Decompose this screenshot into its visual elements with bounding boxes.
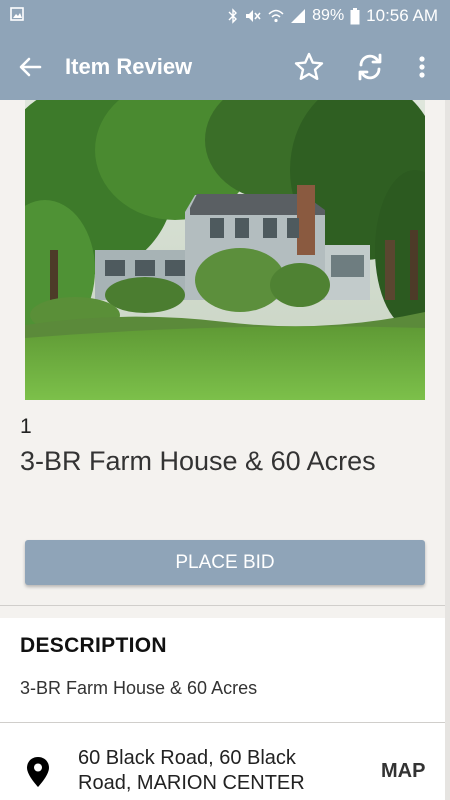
app-bar: Item Review <box>0 33 450 100</box>
clock: 10:56 AM <box>366 6 438 25</box>
description-heading: DESCRIPTION <box>20 634 167 657</box>
page-title: Item Review <box>65 54 193 79</box>
scroll-edge <box>445 100 450 800</box>
refresh-icon[interactable] <box>354 51 386 83</box>
battery-percent: 89% <box>312 7 345 24</box>
address-text: 60 Black Road, 60 Black Road, MARION CEN… <box>78 747 305 794</box>
location-section: 60 Black Road, 60 Black Road, MARION CEN… <box>0 723 445 800</box>
status-bar: 89% 10:56 AM <box>0 0 450 33</box>
lot-number: 1 <box>20 415 32 438</box>
place-bid-button[interactable]: PLACE BID <box>25 540 425 585</box>
description-section: DESCRIPTION 3-BR Farm House & 60 Acres <box>0 618 445 722</box>
more-vert-icon[interactable] <box>406 51 438 83</box>
divider <box>0 605 450 606</box>
star-icon[interactable] <box>293 51 325 83</box>
item-detail: 1 3-BR Farm House & 60 Acres PLACE BID D… <box>0 100 450 800</box>
description-text: 3-BR Farm House & 60 Acres <box>20 678 258 698</box>
battery-icon <box>350 7 360 24</box>
location-pin-icon <box>27 757 49 787</box>
bluetooth-icon <box>228 8 238 24</box>
gallery-icon <box>10 7 24 21</box>
signal-icon <box>291 9 306 23</box>
map-button[interactable]: MAP <box>381 760 425 783</box>
status-icons: 89% 10:56 AM <box>228 6 438 26</box>
mute-icon <box>246 10 261 22</box>
wifi-icon <box>268 9 284 23</box>
item-title: 3-BR Farm House & 60 Acres <box>20 446 376 476</box>
divider <box>0 722 450 723</box>
back-arrow-icon[interactable] <box>16 53 44 81</box>
item-photo[interactable] <box>25 100 425 400</box>
